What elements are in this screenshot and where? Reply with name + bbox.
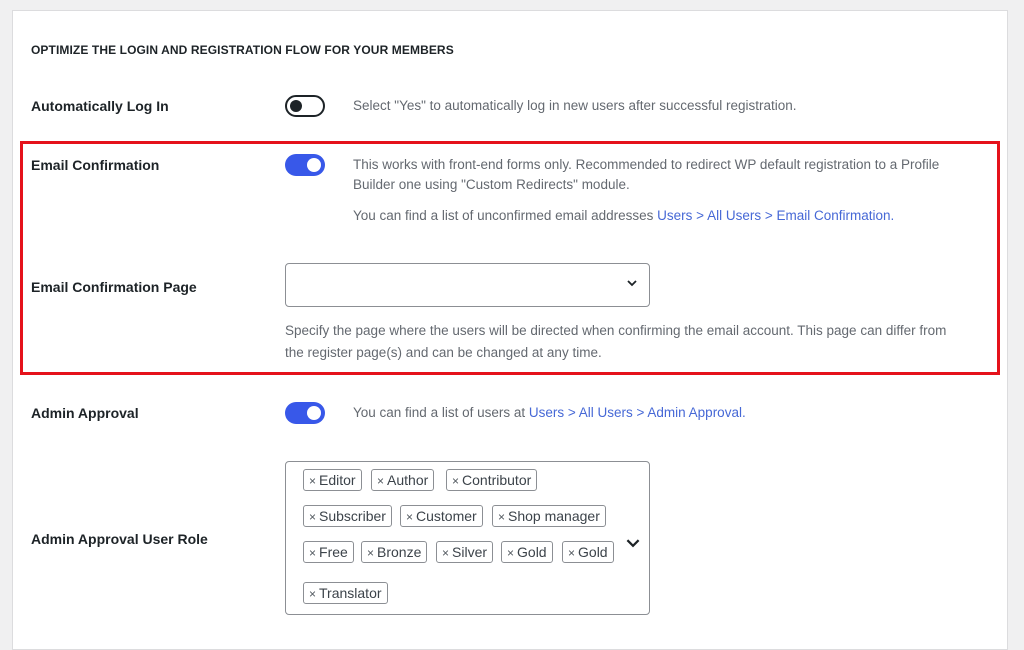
email-confirmation-description-line2: Builder one using "Custom Redirects" mod… [353,177,630,192]
email-confirmation-description-line1: This works with front-end forms only. Re… [353,157,940,172]
role-tag-bronze[interactable]: × Bronze [361,541,428,563]
admin-approval-label: Admin Approval [31,405,139,421]
section-title: OPTIMIZE THE LOGIN AND REGISTRATION FLOW… [31,43,454,57]
remove-icon[interactable]: × [498,510,505,524]
remove-icon[interactable]: × [309,474,316,488]
email-confirmation-page-label: Email Confirmation Page [31,279,197,295]
admin-approval-list-prefix: You can find a list of users at [353,405,529,420]
admin-approval-toggle[interactable] [285,402,325,424]
remove-icon[interactable]: × [377,474,384,488]
auto-login-label: Automatically Log In [31,98,169,114]
role-tag-silver[interactable]: × Silver [436,541,494,563]
email-confirmation-list-prefix: You can find a list of unconfirmed email… [353,208,658,223]
remove-icon[interactable]: × [442,546,449,560]
role-tag-contributor[interactable]: × Contributor [446,469,538,491]
role-tag-free[interactable]: × Free [303,541,354,563]
role-tag-editor[interactable]: × Editor [303,469,362,491]
chevron-down-icon [627,280,637,287]
role-tag-gold[interactable]: × Gold [501,541,553,563]
role-tag-translator[interactable]: × Translator [303,582,388,604]
remove-icon[interactable]: × [367,546,374,560]
role-tag-author[interactable]: × Author [371,469,435,491]
remove-icon[interactable]: × [309,510,316,524]
email-confirmation-page-help-line1: Specify the page where the users will be… [285,323,947,338]
email-confirmation-page-help-line2: the register page(s) and can be changed … [285,345,602,360]
remove-icon[interactable]: × [452,474,459,488]
auto-login-description: Select "Yes" to automatically log in new… [353,98,797,113]
admin-approval-list-link[interactable]: Users > All Users > Admin Approval. [529,405,746,420]
admin-approval-list-text: You can find a list of users at Users > … [353,403,746,423]
auto-login-toggle[interactable] [285,95,325,117]
role-tag-subscriber[interactable]: × Subscriber [303,505,392,527]
role-tag-customer[interactable]: × Customer [400,505,483,527]
user-role-multiselect[interactable]: × Editor × Author × Contributor × Subscriber… [285,461,650,615]
remove-icon[interactable]: × [507,546,514,560]
email-confirmation-page-select[interactable] [285,263,650,307]
toggle-knob [307,406,321,420]
email-confirmation-label: Email Confirmation [31,157,160,173]
role-tag-shop-manager[interactable]: × Shop manager [492,505,606,527]
remove-icon[interactable]: × [406,510,413,524]
role-tag-gold[interactable]: × Gold [562,541,614,563]
toggle-knob [307,158,321,172]
remove-icon[interactable]: × [568,546,575,560]
toggle-knob [290,100,302,112]
admin-approval-user-role-label: Admin Approval User Role [31,531,208,547]
chevron-down-icon[interactable] [626,536,640,550]
remove-icon[interactable]: × [309,546,316,560]
email-confirmation-list-link[interactable]: Users > All Users > Email Confirmation. [657,208,894,223]
remove-icon[interactable]: × [309,587,316,601]
email-confirmation-toggle[interactable] [285,154,325,176]
email-confirmation-list-text: You can find a list of unconfirmed email… [353,206,894,226]
